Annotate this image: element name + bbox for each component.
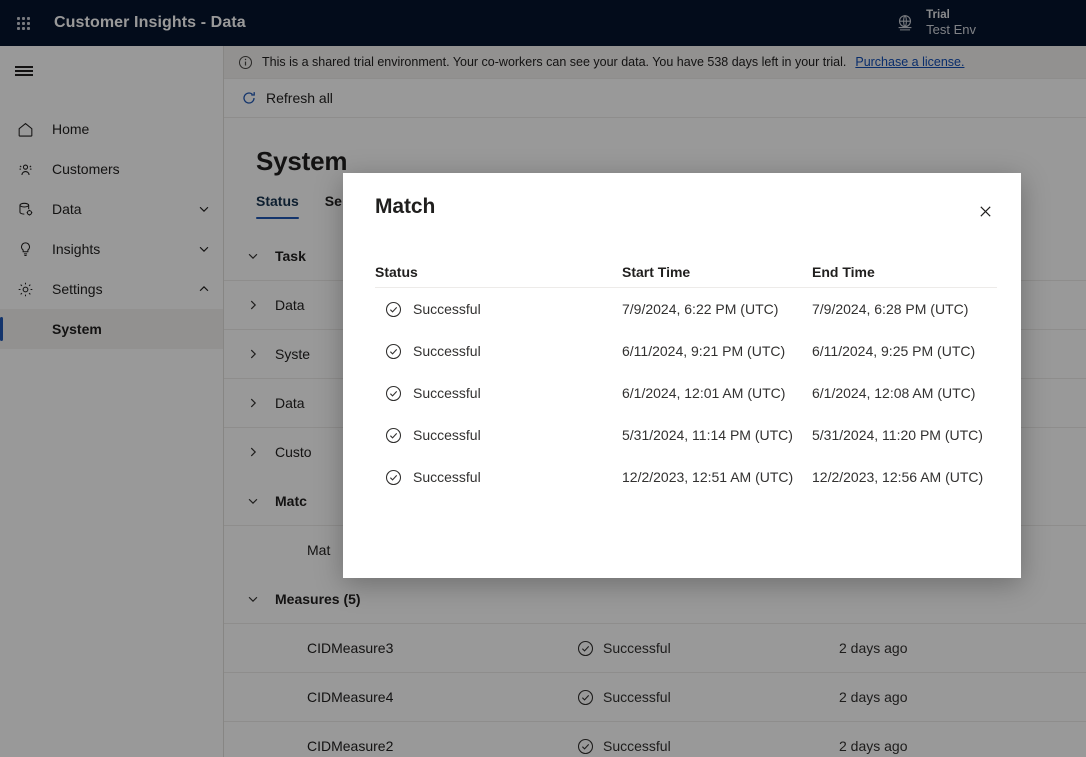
run-status-label: Successful: [413, 343, 481, 359]
column-header-end-time: End Time: [812, 264, 875, 280]
dialog-table-row[interactable]: Successful 5/31/2024, 11:14 PM (UTC) 5/3…: [375, 414, 997, 456]
run-status: Successful: [375, 343, 622, 360]
run-status-label: Successful: [413, 301, 481, 317]
match-dialog: Match Status Start Time End Time Success…: [343, 173, 1021, 578]
run-status: Successful: [375, 385, 622, 402]
run-status-label: Successful: [413, 385, 481, 401]
run-status-label: Successful: [413, 469, 481, 485]
dialog-body: Status Start Time End Time Successful 7/…: [343, 257, 1021, 498]
check-circle-icon: [385, 301, 402, 317]
run-status: Successful: [375, 427, 622, 444]
check-circle-icon: [385, 385, 402, 401]
dialog-title: Match: [375, 195, 436, 218]
run-end-time: 5/31/2024, 11:20 PM (UTC): [812, 427, 983, 443]
run-end-time: 6/11/2024, 9:25 PM (UTC): [812, 343, 976, 359]
dialog-table-row[interactable]: Successful 7/9/2024, 6:22 PM (UTC) 7/9/2…: [375, 288, 997, 330]
dialog-table-header: Status Start Time End Time: [375, 257, 997, 287]
column-header-start-time: Start Time: [622, 264, 691, 280]
run-end-time: 7/9/2024, 6:28 PM (UTC): [812, 301, 969, 317]
run-start-time: 6/1/2024, 12:01 AM (UTC): [622, 385, 786, 401]
run-start-time: 12/2/2023, 12:51 AM (UTC): [622, 469, 794, 485]
run-start-time: 5/31/2024, 11:14 PM (UTC): [622, 427, 793, 443]
dialog-table-row[interactable]: Successful 6/11/2024, 9:21 PM (UTC) 6/11…: [375, 330, 997, 372]
close-button[interactable]: [969, 195, 1001, 227]
run-end-time: 12/2/2023, 12:56 AM (UTC): [812, 469, 984, 485]
column-header-status: Status: [375, 264, 418, 280]
run-start-time: 6/11/2024, 9:21 PM (UTC): [622, 343, 786, 359]
check-circle-icon: [385, 343, 402, 359]
dialog-table-row[interactable]: Successful 6/1/2024, 12:01 AM (UTC) 6/1/…: [375, 372, 997, 414]
run-status: Successful: [375, 301, 622, 318]
dialog-header: Match: [343, 173, 1021, 227]
run-status: Successful: [375, 469, 622, 486]
run-start-time: 7/9/2024, 6:22 PM (UTC): [622, 301, 779, 317]
check-circle-icon: [385, 427, 402, 443]
run-status-label: Successful: [413, 427, 481, 443]
run-end-time: 6/1/2024, 12:08 AM (UTC): [812, 385, 976, 401]
check-circle-icon: [385, 469, 402, 485]
app-root: Customer Insights - Data Trial Test Env: [0, 0, 1086, 757]
dialog-table-row[interactable]: Successful 12/2/2023, 12:51 AM (UTC) 12/…: [375, 456, 997, 498]
close-icon: [979, 205, 991, 217]
